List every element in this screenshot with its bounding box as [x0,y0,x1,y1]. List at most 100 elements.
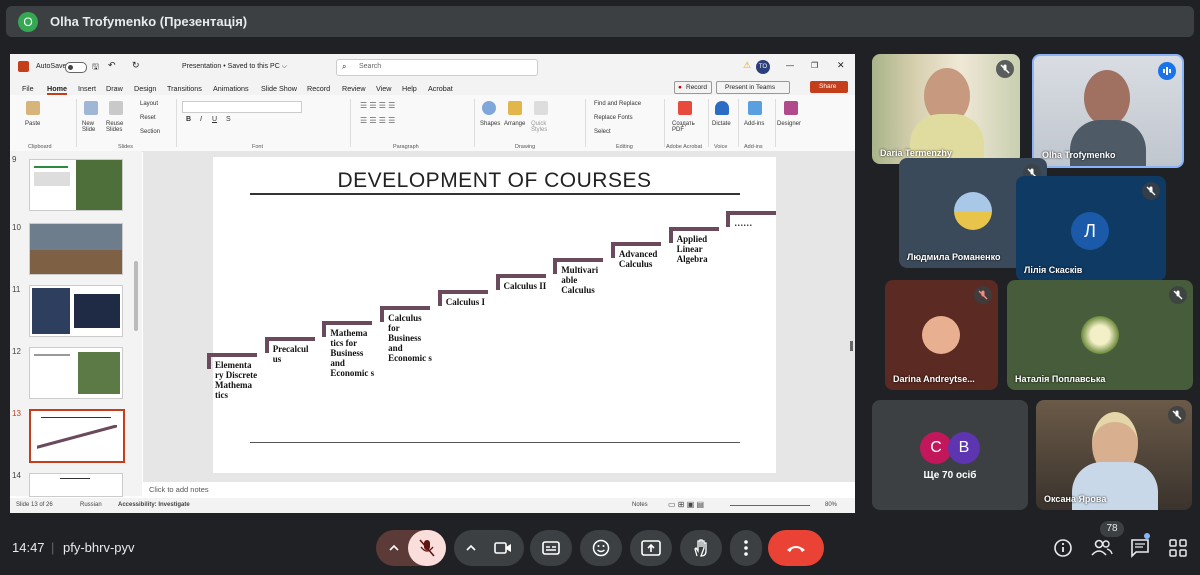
strikethrough-icon[interactable]: S [226,116,231,123]
raise-hand-button[interactable] [680,530,722,566]
camera-icon[interactable] [494,541,512,555]
arrange-label: Arrange [504,121,526,127]
chevron-up-icon[interactable] [389,543,399,553]
chevron-up-icon[interactable] [466,543,476,553]
meeting-time: 14:47 [12,540,45,555]
notes-bar[interactable]: Click to add notes [143,482,855,498]
slide-thumbnail-selected[interactable] [29,409,125,463]
designer-label: Designer [777,121,802,127]
addins-icon[interactable] [748,101,762,115]
undo-icon[interactable]: ↶ [108,60,116,71]
zoom-level[interactable]: 80% [825,502,837,508]
menu-transitions[interactable]: Transitions [167,84,202,93]
menu-home[interactable]: Home [47,84,67,95]
accessibility-status[interactable]: Accessibility: Investigate [118,502,190,508]
create-pdf-icon[interactable] [678,101,692,115]
participant-tile[interactable]: Darina Andreytse... [885,280,998,390]
raise-hand-icon [694,539,707,557]
zoom-slider[interactable] [730,505,810,506]
record-button[interactable]: ● Record [674,81,712,94]
participant-tile[interactable]: Оксана Ярова [1036,400,1192,510]
slide-thumbnail[interactable] [29,473,123,497]
present-screen-button[interactable] [630,530,672,566]
thumb-number: 10 [12,223,21,232]
menu-review[interactable]: Review [342,84,366,93]
present-in-teams-button[interactable]: Present in Teams [716,81,790,94]
participant-name: Лілія Скасків [1024,265,1083,275]
presenter-title: Olha Trofymenko (Презентація) [50,14,248,29]
slide-thumbnail[interactable] [29,347,123,399]
mic-toggle-button[interactable] [408,530,446,566]
menu-animations[interactable]: Animations [213,84,249,93]
arrange-icon[interactable] [508,101,522,115]
thumb-number: 11 [12,285,21,294]
shapes-label: Shapes [480,121,501,127]
select-button[interactable]: Select [594,129,611,135]
save-icon[interactable]: 🖫 [92,61,99,75]
more-participants-tile[interactable]: C B Ще 70 осіб [872,400,1028,510]
designer-icon[interactable] [784,101,798,115]
menu-insert[interactable]: Insert [78,84,96,93]
participant-tile[interactable]: Наталія Поплавська [1007,280,1193,390]
menu-record[interactable]: Record [307,84,330,93]
participant-tile[interactable]: Daria Termenzhy [872,54,1020,164]
layout-button[interactable]: Layout [140,101,158,107]
user-avatar[interactable]: TO [756,60,770,74]
slide-scrollbar[interactable] [850,341,853,351]
menu-view[interactable]: View [376,84,391,93]
shapes-icon[interactable] [482,101,496,115]
restore-icon[interactable]: ❐ [811,61,818,70]
language-status[interactable]: Russian [80,502,102,508]
slide-thumbnail[interactable] [29,285,123,337]
menu-help[interactable]: Help [402,84,417,93]
reactions-button[interactable] [580,530,622,566]
close-icon[interactable]: ✕ [837,60,845,71]
notes-toggle[interactable]: Notes [632,502,648,508]
font-name-dropdown[interactable] [182,101,302,113]
quick-styles-icon[interactable] [534,101,548,115]
leave-call-button[interactable] [768,530,824,566]
info-icon[interactable] [1053,538,1073,558]
menu-slideshow[interactable]: Slide Show [261,84,297,93]
redo-icon[interactable]: ↻ [132,60,140,71]
font-format-row: B I U S [182,116,262,126]
italic-icon[interactable]: I [200,116,202,123]
microphone-icon[interactable] [715,101,729,115]
participant-tile-speaking[interactable]: Olha Trofymenko [1032,54,1184,168]
people-icon[interactable] [1091,538,1113,558]
slide-thumbnail[interactable] [29,223,123,275]
normal-view-icon[interactable]: ▭ ⊞ ▣ ▤ [668,500,704,509]
thumbnail-scrollbar[interactable] [134,261,138,331]
replace-fonts-button[interactable]: Replace Fonts [594,115,633,121]
chat-icon[interactable] [1130,538,1150,558]
menu-file[interactable]: File [22,84,34,93]
menu-design[interactable]: Design [134,84,156,93]
new-slide-icon[interactable] [84,101,98,115]
find-replace-button[interactable]: Find and Replace [594,101,641,107]
bold-icon[interactable]: B [186,116,191,123]
reuse-slides-icon[interactable] [109,101,123,115]
reset-button[interactable]: Reset [140,115,156,121]
slide-counter: Slide 13 of 26 [16,502,53,508]
ppt-search-box[interactable]: ⌕ Search [336,59,538,76]
participant-tile[interactable]: Л Лілія Скасків [1016,176,1166,281]
warning-icon[interactable]: ⚠ [743,60,751,71]
more-options-button[interactable] [730,530,762,566]
step-label: Calculus I [445,296,486,307]
hangup-icon [787,546,805,552]
captions-button[interactable] [530,530,572,566]
paragraph-controls[interactable]: ☰ ☰ ☰ ☰ ☰ ☰ ☰ ☰ [356,101,471,131]
underline-icon[interactable]: U [212,116,217,123]
notes-placeholder: Click to add notes [149,485,209,494]
slide-thumbnail[interactable] [29,159,123,211]
section-button[interactable]: Section [140,129,160,135]
share-label: Share [819,83,837,90]
paste-icon[interactable] [26,101,40,115]
menu-acrobat[interactable]: Acrobat [428,84,453,93]
autosave-toggle[interactable] [65,62,87,73]
minimize-icon[interactable]: — [786,61,794,70]
doc-title[interactable]: Presentation • Saved to this PC ⌵ [182,63,287,71]
activities-icon[interactable] [1168,538,1188,558]
menu-draw[interactable]: Draw [106,84,123,93]
share-button[interactable]: Share [810,81,848,93]
